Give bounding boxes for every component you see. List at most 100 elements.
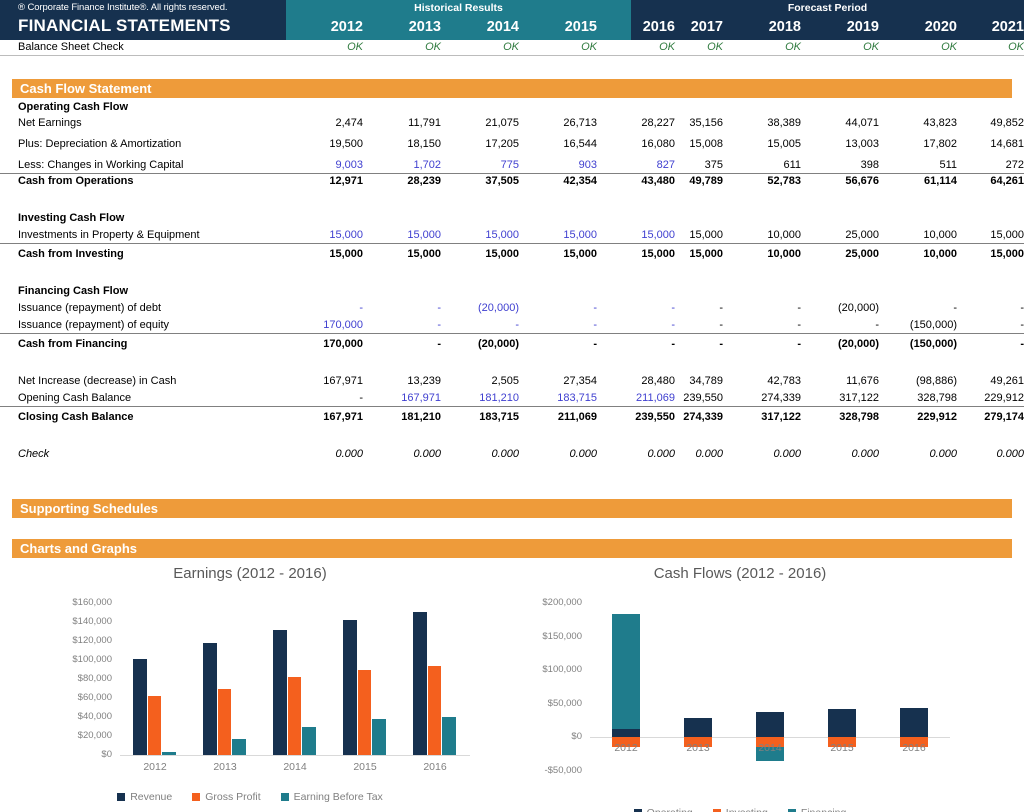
year-header-2019: 2019 [810,19,879,35]
depreciation-amortization-value: 15,008 [654,137,723,153]
closing-cash-balance-value: 317,122 [732,410,801,426]
closing-cash-balance-value: 328,798 [810,410,879,426]
bar-revenue-2012 [133,659,146,755]
issuance-repayment-debt-label: Issuance (repayment) of debt [18,301,161,317]
cash-from-operations-value: 61,114 [888,174,957,190]
investments-property-equipment-row: Investments in Property & Equipment15,00… [0,228,1024,244]
issuance-repayment-debt-value: - [654,301,723,317]
section-charts-and-graphs: Charts and Graphs [12,539,1012,558]
net-increase-decrease-cash-value: 13,239 [372,374,441,390]
cash-flows-chart: Cash Flows (2012 - 2016)$200,000$150,000… [500,565,980,812]
cash-from-operations-label: Cash from Operations [18,174,134,190]
check-row-value: 0.000 [732,447,801,463]
net-increase-decrease-cash-value: 34,789 [654,374,723,390]
depreciation-amortization-value: 14,681 [955,137,1024,153]
net-increase-decrease-cash-value: 49,261 [955,374,1024,390]
legend-item-investing[interactable]: Investing [713,807,768,812]
investments-property-equipment-value: 15,000 [450,228,519,244]
y-axis-tick-label: $50,000 [500,698,582,709]
cash-from-investing-value: 15,000 [450,247,519,263]
investments-property-equipment-value: 15,000 [528,228,597,244]
opening-cash-balance-value: 239,550 [654,391,723,407]
net-increase-decrease-cash-value: 2,505 [450,374,519,390]
check-row-label: Check [18,447,49,463]
stack-operating-2015 [828,709,855,737]
legend-item-revenue[interactable]: Revenue [117,791,172,803]
issuance-repayment-equity-value: - [654,318,723,334]
bar-earning-before-tax-2013 [232,739,245,755]
issuance-repayment-equity-value: (150,000) [888,318,957,334]
check-row-value: 0.000 [528,447,597,463]
cash-from-financing-value: (20,000) [450,337,519,353]
check-row-value: 0.000 [372,447,441,463]
net-earnings-value: 49,852 [955,116,1024,132]
issuance-repayment-debt-value: - [528,301,597,317]
opening-cash-balance-value: 181,210 [450,391,519,407]
cash-from-operations-value: 64,261 [955,174,1024,190]
y-axis-tick-label: $100,000 [10,654,112,665]
y-axis-tick-label: $40,000 [10,711,112,722]
changes-working-capital-value: 272 [955,158,1024,174]
issuance-repayment-debt-value: (20,000) [810,301,879,317]
changes-working-capital-value: 903 [528,158,597,174]
bar-revenue-2016 [413,612,426,755]
depreciation-amortization-value: 13,003 [810,137,879,153]
net-earnings-value: 44,071 [810,116,879,132]
net-increase-decrease-cash-label: Net Increase (decrease) in Cash [18,374,176,390]
balance-sheet-check-row: Balance Sheet Check OKOKOKOKOKOKOKOKOKOK [0,40,1024,56]
bar-revenue-2013 [203,643,216,755]
depreciation-amortization-value: 15,005 [732,137,801,153]
year-header-2015: 2015 [528,19,597,35]
cash-from-investing-row: Cash from Investing15,00015,00015,00015,… [0,247,1024,263]
legend-swatch-icon [281,793,289,801]
cash-from-investing-value: 15,000 [294,247,363,263]
issuance-repayment-debt-value: - [888,301,957,317]
x-axis-tick-label: 2012 [590,742,662,754]
y-axis-tick-label: -$50,000 [500,765,582,776]
legend-item-gross-profit[interactable]: Gross Profit [192,791,260,803]
depreciation-amortization-row: Plus: Depreciation & Amortization19,5001… [0,137,1024,153]
issuance-repayment-debt-value: - [372,301,441,317]
cash-from-investing-label: Cash from Investing [18,247,124,263]
legend-label: Earning Before Tax [294,791,383,803]
balance-check-value: OK [810,41,879,53]
issuance-repayment-equity-value: 170,000 [294,318,363,334]
legend-item-earning-before-tax[interactable]: Earning Before Tax [281,791,383,803]
operating-cash-flow-header-label: Operating Cash Flow [18,100,128,116]
net-earnings-label: Net Earnings [18,116,82,132]
cash-from-financing-value: 170,000 [294,337,363,353]
legend-item-financing[interactable]: Financing [788,807,847,812]
x-axis-tick-label: 2015 [330,761,400,773]
bar-gross-profit-2012 [148,696,161,755]
changes-working-capital-value: 511 [888,158,957,174]
changes-working-capital-value: 611 [732,158,801,174]
x-axis-tick-label: 2012 [120,761,190,773]
net-increase-decrease-cash-value: (98,886) [888,374,957,390]
financial-statements-page: Historical Results Forecast Period ® Cor… [0,0,1024,812]
cash-from-financing-value: - [654,337,723,353]
bar-revenue-2015 [343,620,356,755]
investments-property-equipment-value: 15,000 [294,228,363,244]
net-increase-decrease-cash-value: 167,971 [294,374,363,390]
opening-cash-balance-value: 167,971 [372,391,441,407]
opening-cash-balance-row: Opening Cash Balance-167,971181,210183,7… [0,391,1024,407]
issuance-repayment-debt-value: - [955,301,1024,317]
check-row-row: Check0.0000.0000.0000.0000.0000.0000.000… [0,447,1024,463]
net-increase-decrease-cash-value: 42,783 [732,374,801,390]
investments-property-equipment-value: 10,000 [732,228,801,244]
y-axis-tick-label: $20,000 [10,730,112,741]
depreciation-amortization-value: 18,150 [372,137,441,153]
cash-from-investing-value: 15,000 [528,247,597,263]
cash-from-financing-label: Cash from Financing [18,337,127,353]
opening-cash-balance-value: - [294,391,363,407]
chart-title: Earnings (2012 - 2016) [10,565,490,582]
legend-item-operating[interactable]: Operating [634,807,693,812]
x-axis-tick-label: 2013 [662,742,734,754]
legend-label: Financing [801,807,847,812]
closing-cash-balance-label: Closing Cash Balance [18,410,134,426]
x-axis-tick-label: 2016 [878,742,950,754]
legend-swatch-icon [192,793,200,801]
issuance-repayment-debt-value: - [732,301,801,317]
balance-check-value: OK [955,41,1024,53]
changes-working-capital-row: Less: Changes in Working Capital9,0031,7… [0,158,1024,174]
